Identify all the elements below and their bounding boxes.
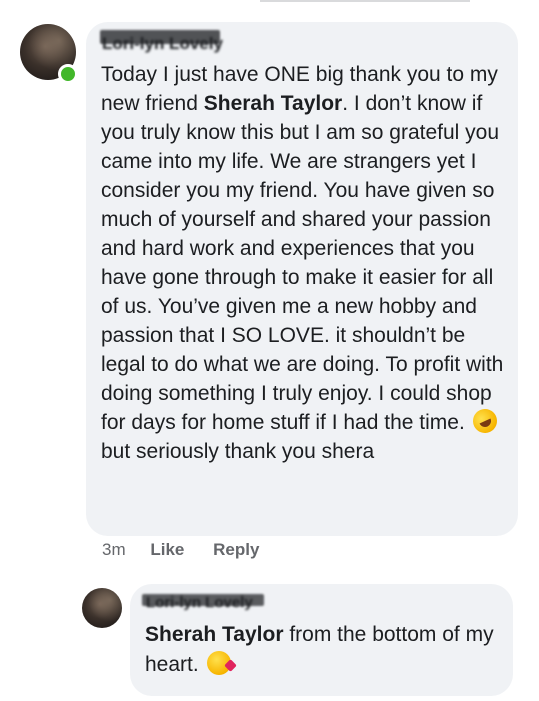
comment-author[interactable]: Lori-lyn Lovely: [102, 34, 223, 54]
comment-text: Today I just have ONE big thank you to m…: [101, 60, 505, 466]
reply-button[interactable]: Reply: [213, 540, 259, 560]
reply-avatar-photo: [82, 588, 122, 628]
reply-mention[interactable]: Sherah Taylor: [145, 623, 284, 646]
reply-avatar[interactable]: [82, 588, 122, 628]
like-button[interactable]: Like: [150, 540, 184, 560]
comment-text-part3: but seriously thank you shera: [101, 440, 375, 463]
online-status-indicator: [58, 64, 78, 84]
reply-text: Sherah Taylor from the bottom of my hear…: [145, 620, 505, 680]
face-blowing-kiss-icon: [206, 651, 231, 675]
top-divider: [260, 0, 470, 2]
comment-actions: 3m Like Reply: [102, 540, 283, 560]
rolling-on-floor-laughing-icon: [468, 405, 501, 437]
reply-bubble: Lori-lyn Lovely Sherah Taylor from the b…: [130, 584, 513, 696]
reply-author[interactable]: Lori-lyn Lovely: [146, 594, 253, 611]
comment-bubble: Lori-lyn Lovely Today I just have ONE bi…: [86, 22, 518, 536]
comment-text-part2: . I don’t know if you truly know this bu…: [101, 92, 504, 434]
comment-mention[interactable]: Sherah Taylor: [204, 92, 343, 115]
comment-timestamp[interactable]: 3m: [102, 540, 126, 560]
